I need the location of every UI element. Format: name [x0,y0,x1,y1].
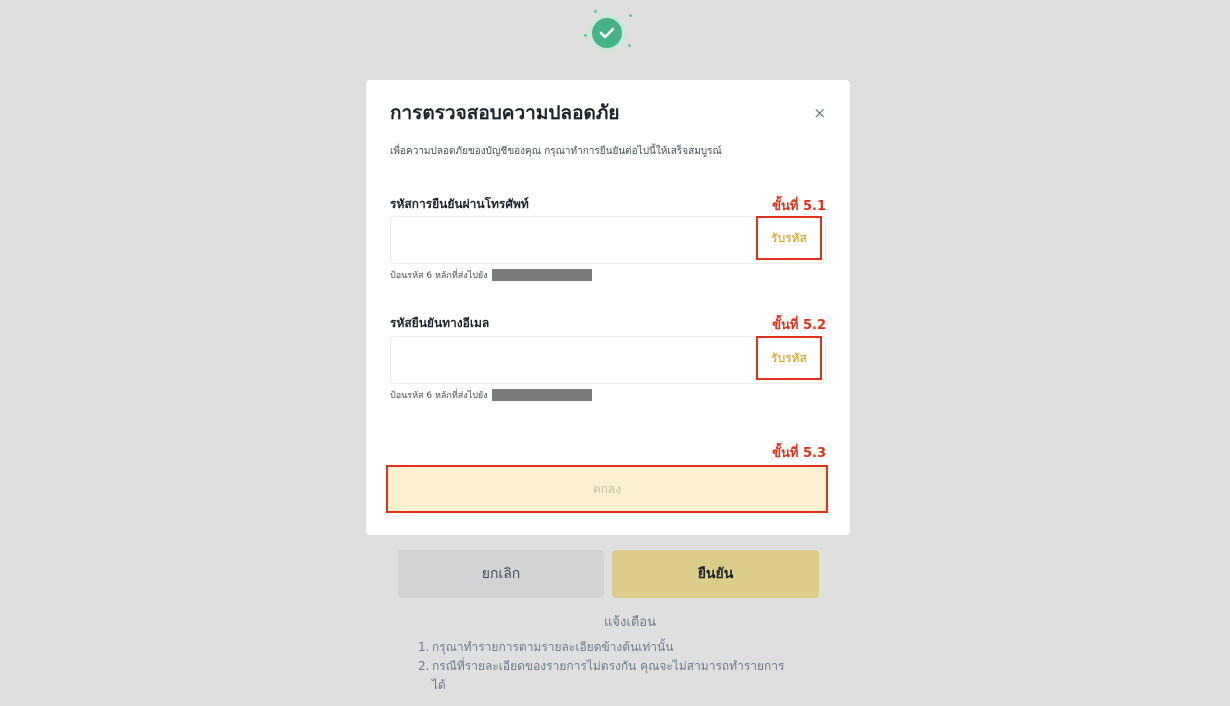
email-code-label: รหัสยืนยันทางอีเมล [390,316,490,330]
security-verification-modal: การตรวจสอบความปลอดภัย × เพื่อความปลอดภัย… [366,80,850,535]
email-hint-text: ป้อนรหัส 6 หลักที่ส่งไปยัง [390,391,488,401]
masked-phone-number [491,269,592,281]
modal-title: การตรวจสอบความปลอดภัย [390,102,620,124]
notice-number: 1. [418,640,430,654]
ok-button[interactable]: ตกลง [386,465,828,513]
phone-code-input[interactable] [391,217,771,261]
notice-text: กรุณาทำรายการตามรายละเอียดข้างต้นเท่านั้… [432,640,674,654]
check-circle-icon [592,18,622,48]
notice-item: 2. กรณีที่รายละเอียดของรายการไม่ตรงกัน ค… [418,657,798,695]
notice-number: 2. [418,659,430,673]
success-check-icon [584,8,632,56]
notice-list: 1. กรุณาทำรายการตามรายละเอียดข้างต้นเท่า… [418,638,798,695]
cancel-button[interactable]: ยกเลิก [398,550,604,598]
phone-code-label: รหัสการยืนยันผ่านโทรศัพท์ [390,197,529,211]
close-icon[interactable]: × [813,104,826,122]
phone-code-hint: ป้อนรหัส 6 หลักที่ส่งไปยัง [390,268,592,282]
notice-item: 1. กรุณาทำรายการตามรายละเอียดข้างต้นเท่า… [418,638,798,657]
email-code-hint: ป้อนรหัส 6 หลักที่ส่งไปยัง [390,388,592,402]
confirm-button[interactable]: ยืนยัน [612,550,819,598]
modal-subtitle: เพื่อความปลอดภัยของบัญชีของคุณ กรุณาทำกา… [390,146,722,157]
step-label-5-1: ขั้นที่ 5.1 [772,199,826,214]
email-get-code-button[interactable]: รับรหัส [756,336,822,380]
step-label-5-2: ขั้นที่ 5.2 [772,318,826,333]
step-label-5-3: ขั้นที่ 5.3 [772,446,826,461]
phone-get-code-button[interactable]: รับรหัส [756,216,822,260]
email-code-input[interactable] [391,337,771,381]
masked-email-address [491,389,592,401]
notice-title: แจ้งเตือน [604,615,656,630]
notice-text: กรณีที่รายละเอียดของรายการไม่ตรงกัน คุณจ… [432,659,785,692]
phone-hint-text: ป้อนรหัส 6 หลักที่ส่งไปยัง [390,271,488,281]
